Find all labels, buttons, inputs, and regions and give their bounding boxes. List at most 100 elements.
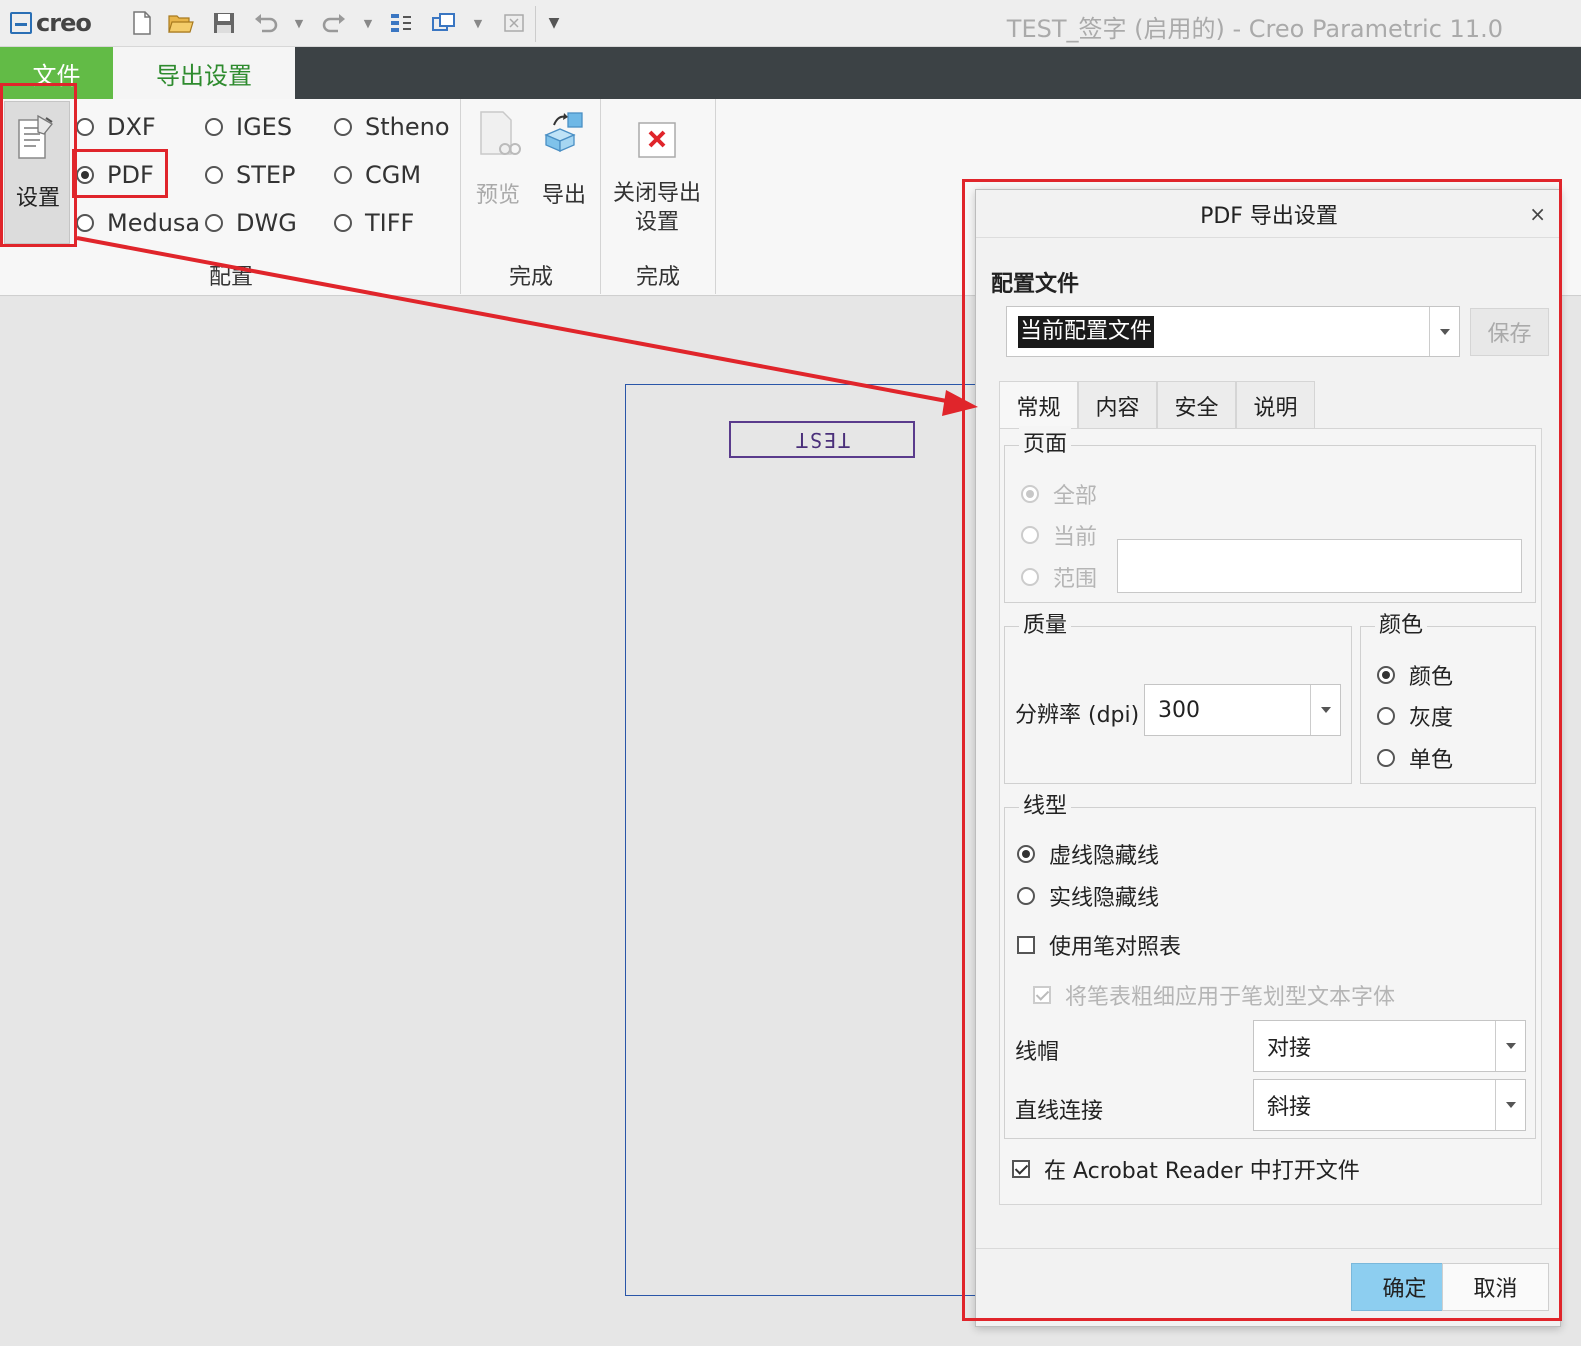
settings-button[interactable]: 设置: [4, 101, 70, 244]
toolbar-divider: [535, 6, 536, 42]
chevron-down-icon[interactable]: [1429, 307, 1459, 356]
use-pen-table-checkbox[interactable]: [1017, 936, 1035, 954]
dashed-hidden-radio[interactable]: [1017, 845, 1035, 863]
close-red-x-icon: [638, 122, 676, 158]
save-icon[interactable]: [210, 9, 238, 37]
redo-icon[interactable]: [320, 9, 348, 37]
format-dxf-option[interactable]: DXF: [76, 113, 156, 141]
tab-file[interactable]: 文件: [0, 47, 113, 99]
chevron-down-icon[interactable]: [1495, 1080, 1525, 1130]
color-mono-option[interactable]: 单色: [1377, 742, 1453, 774]
format-pdf-label: PDF: [107, 161, 154, 189]
format-step-label: STEP: [236, 161, 296, 189]
page-all-option: 全部: [1021, 478, 1097, 510]
tab-export-settings[interactable]: 导出设置: [113, 47, 295, 99]
format-iges-radio[interactable]: [205, 118, 223, 136]
format-cgm-option[interactable]: CGM: [334, 161, 421, 189]
windows-icon[interactable]: [430, 9, 458, 37]
format-dwg-option[interactable]: DWG: [205, 209, 297, 237]
drawing-text-box[interactable]: TEST: [729, 421, 915, 458]
page-range-input[interactable]: [1117, 539, 1522, 593]
close-label-line2: 设置: [634, 210, 679, 235]
page-current-label: 当前: [1053, 525, 1098, 550]
format-stheno-option[interactable]: Stheno: [334, 113, 450, 141]
format-pdf-option[interactable]: PDF: [76, 161, 154, 189]
format-pdf-radio[interactable]: [76, 166, 94, 184]
open-in-acrobat-option[interactable]: 在 Acrobat Reader 中打开文件: [1012, 1153, 1360, 1185]
format-step-radio[interactable]: [205, 166, 223, 184]
creo-logo: creo: [10, 8, 92, 38]
group-done-label-2: 完成: [636, 265, 681, 290]
dpi-select[interactable]: 300: [1144, 684, 1341, 736]
solid-hidden-option[interactable]: 实线隐藏线: [1017, 880, 1159, 912]
color-gray-option[interactable]: 灰度: [1377, 700, 1453, 732]
dashed-hidden-label: 虚线隐藏线: [1049, 844, 1160, 869]
color-color-option[interactable]: 颜色: [1377, 659, 1453, 691]
format-cgm-radio[interactable]: [334, 166, 352, 184]
page-range-option: 范围: [1021, 561, 1097, 593]
undo-icon[interactable]: [252, 9, 280, 37]
color-color-label: 颜色: [1409, 665, 1454, 690]
redo-dropdown-icon[interactable]: ▼: [361, 9, 375, 37]
profile-select[interactable]: 当前配置文件: [1006, 306, 1460, 357]
creo-logo-icon: [10, 12, 32, 34]
open-in-acrobat-checkbox[interactable]: [1012, 1160, 1030, 1178]
format-tiff-option[interactable]: TIFF: [334, 209, 414, 237]
ribbon-separator: [715, 99, 716, 294]
chevron-down-icon[interactable]: [1310, 685, 1340, 735]
format-medusa-radio[interactable]: [76, 214, 94, 232]
format-tiff-label: TIFF: [365, 209, 415, 237]
settings-document-icon: [18, 114, 53, 159]
open-folder-icon[interactable]: [167, 9, 195, 37]
use-pen-table-option[interactable]: 使用笔对照表: [1017, 929, 1181, 961]
page-all-radio: [1021, 485, 1039, 503]
format-step-option[interactable]: STEP: [205, 161, 296, 189]
drawing-sheet[interactable]: [625, 384, 1025, 1296]
format-iges-option[interactable]: IGES: [205, 113, 292, 141]
page-range-label: 范围: [1053, 567, 1098, 592]
tab-description[interactable]: 说明: [1236, 381, 1315, 429]
color-color-radio[interactable]: [1377, 666, 1395, 684]
color-gray-radio[interactable]: [1377, 707, 1395, 725]
cancel-button[interactable]: 取消: [1442, 1263, 1549, 1311]
export-button[interactable]: 导出: [538, 109, 590, 210]
close-window-icon[interactable]: [500, 9, 528, 37]
close-export-settings-button[interactable]: 关闭导出 设置: [610, 121, 704, 237]
page-all-label: 全部: [1053, 484, 1098, 509]
windows-dropdown-icon[interactable]: ▼: [471, 9, 485, 37]
format-medusa-option[interactable]: Medusa: [76, 209, 200, 237]
undo-dropdown-icon[interactable]: ▼: [292, 9, 306, 37]
solid-hidden-label: 实线隐藏线: [1049, 886, 1160, 911]
chevron-down-icon[interactable]: [1495, 1021, 1525, 1071]
profile-select-value: 当前配置文件: [1018, 316, 1155, 348]
save-profile-button[interactable]: 保存: [1470, 308, 1549, 356]
format-stheno-radio[interactable]: [334, 118, 352, 136]
customize-toolbar-icon[interactable]: ▼: [547, 9, 561, 37]
tab-content[interactable]: 内容: [1078, 381, 1157, 429]
dashed-hidden-option[interactable]: 虚线隐藏线: [1017, 838, 1159, 870]
tab-security[interactable]: 安全: [1157, 381, 1236, 429]
dialog-title: PDF 导出设置: [1200, 203, 1338, 229]
new-file-icon[interactable]: [128, 9, 156, 37]
tab-general[interactable]: 常规: [999, 381, 1078, 429]
color-legend: 颜色: [1375, 607, 1428, 639]
line-join-select[interactable]: 斜接: [1253, 1079, 1526, 1131]
line-cap-select[interactable]: 对接: [1253, 1020, 1526, 1072]
close-icon[interactable]: ×: [1529, 202, 1546, 226]
apply-pen-width-label: 将笔表粗细应用于笔划型文本字体: [1065, 985, 1396, 1010]
quality-legend: 质量: [1019, 607, 1072, 639]
regenerate-icon[interactable]: [388, 9, 416, 37]
ribbon-separator: [600, 99, 601, 294]
color-mono-label: 单色: [1409, 748, 1454, 773]
format-tiff-radio[interactable]: [334, 214, 352, 232]
format-dwg-radio[interactable]: [205, 214, 223, 232]
window-title: TEST_签字 (启用的) - Creo Parametric 11.0: [1006, 15, 1503, 43]
dpi-label: 分辨率 (dpi): [1015, 703, 1140, 728]
format-dxf-radio[interactable]: [76, 118, 94, 136]
preview-button[interactable]: 预览: [472, 109, 524, 210]
page-range-radio: [1021, 568, 1039, 586]
creo-logo-text: creo: [36, 9, 92, 37]
solid-hidden-radio[interactable]: [1017, 887, 1035, 905]
preview-label: 预览: [475, 183, 520, 208]
color-mono-radio[interactable]: [1377, 749, 1395, 767]
